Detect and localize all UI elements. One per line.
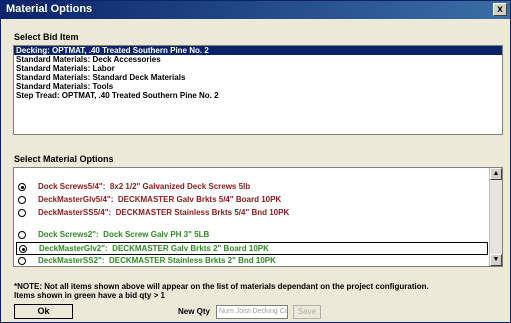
radio-button[interactable] <box>18 183 26 191</box>
material-option-text: DeckMasterSS2": DECKMASTER Stainless Brk… <box>38 256 276 265</box>
radio-button[interactable] <box>18 231 26 239</box>
bid-item[interactable]: Standard Materials: Deck Accessories <box>14 55 502 64</box>
material-option-key: Dock Screws2": <box>38 230 99 239</box>
material-option-row[interactable]: Dock Screws5/4": 8x2 1/2" Galvanized Dec… <box>16 181 488 194</box>
select-material-options-label: Select Material Options <box>14 154 114 164</box>
material-option-description: DECKMASTER Galv Brkts 5/4" Board 10PK <box>117 195 282 204</box>
bid-item-listbox[interactable]: Decking: OPTMAT, .40 Treated Southern Pi… <box>13 45 503 135</box>
material-option-row[interactable]: Dock Screws2": Dock Screw Galv PH 3" 5LB <box>16 229 488 242</box>
save-button[interactable]: Save <box>293 305 321 319</box>
material-scrollbar[interactable]: ▲ ▼ <box>489 168 502 266</box>
new-qty-input[interactable]: Num Joist-Decking Conn Ze <box>216 305 288 319</box>
material-option-row[interactable]: DeckMasterSS5/4": DECKMASTER Stainless B… <box>16 207 488 220</box>
radio-button[interactable] <box>18 209 26 217</box>
material-option-description: DECKMASTER Stainless Brkts 2" Bnd 10PK <box>108 256 276 265</box>
material-option-description: 8x2 1/2" Galvanized Deck Screws 5lb <box>109 182 251 191</box>
material-option-key: Dock Screws5/4": <box>38 182 106 191</box>
material-option-row[interactable]: DeckMasterSS2": DECKMASTER Stainless Brk… <box>16 255 488 266</box>
material-option-description: DECKMASTER Galv Brkts 2" Board 10PK <box>112 244 269 253</box>
bid-item[interactable]: Standard Materials: Standard Deck Materi… <box>14 73 502 82</box>
material-option-row[interactable]: DeckMasterGlv2": DECKMASTER Galv Brkts 2… <box>16 242 488 255</box>
material-options-listbox[interactable]: ▲ ▼ Dock Screws5/4": 8x2 1/2" Galvanized… <box>13 167 503 267</box>
radio-button[interactable] <box>18 196 26 204</box>
bid-item[interactable]: Decking: OPTMAT, .40 Treated Southern Pi… <box>14 46 502 55</box>
bid-item[interactable]: Standard Materials: Tools <box>14 82 502 91</box>
material-option-text: DeckMasterSS5/4": DECKMASTER Stainless B… <box>38 208 289 217</box>
ok-button[interactable]: Ok <box>14 304 73 319</box>
scroll-up-icon[interactable]: ▲ <box>490 168 502 180</box>
close-button[interactable]: x <box>493 3 507 16</box>
note-text: *NOTE: Not all items shown above will ap… <box>14 282 429 300</box>
material-option-text: Dock Screws2": Dock Screw Galv PH 3" 5LB <box>38 230 209 239</box>
material-option-text: DeckMasterGlv2": DECKMASTER Galv Brkts 2… <box>39 244 269 253</box>
material-options-window: Material Options x Select Bid Item Decki… <box>0 0 511 323</box>
material-option-key: DeckMasterSS5/4": <box>38 208 112 217</box>
material-option-description: Dock Screw Galv PH 3" 5LB <box>103 230 210 239</box>
radio-button[interactable] <box>18 257 26 265</box>
material-option-text: DeckMasterGlv5/4": DECKMASTER Galv Brkts… <box>38 195 281 204</box>
radio-button[interactable] <box>19 245 27 253</box>
material-option-description: DECKMASTER Stainless Brkts 5/4" Bnd 10PK <box>115 208 290 217</box>
window-title: Material Options <box>6 3 93 15</box>
note-line-1: *NOTE: Not all items shown above will ap… <box>14 282 429 291</box>
bid-item[interactable]: Step Tread: OPTMAT, .40 Treated Southern… <box>14 91 502 100</box>
title-bar: Material Options x <box>1 1 510 19</box>
material-option-row[interactable]: DeckMasterGlv5/4": DECKMASTER Galv Brkts… <box>16 194 488 207</box>
material-option-key: DeckMasterGlv2": <box>39 244 108 253</box>
material-option-key: DeckMasterSS2": <box>38 256 105 265</box>
note-line-2: Items shown in green have a bid qty > 1 <box>14 291 165 300</box>
select-bid-item-label: Select Bid Item <box>14 32 79 42</box>
bid-item[interactable]: Standard Materials: Labor <box>14 64 502 73</box>
scroll-down-icon[interactable]: ▼ <box>490 254 502 266</box>
material-option-text: Dock Screws5/4": 8x2 1/2" Galvanized Dec… <box>38 182 250 191</box>
new-qty-label: New Qty <box>178 307 211 316</box>
material-option-key: DeckMasterGlv5/4": <box>38 195 114 204</box>
